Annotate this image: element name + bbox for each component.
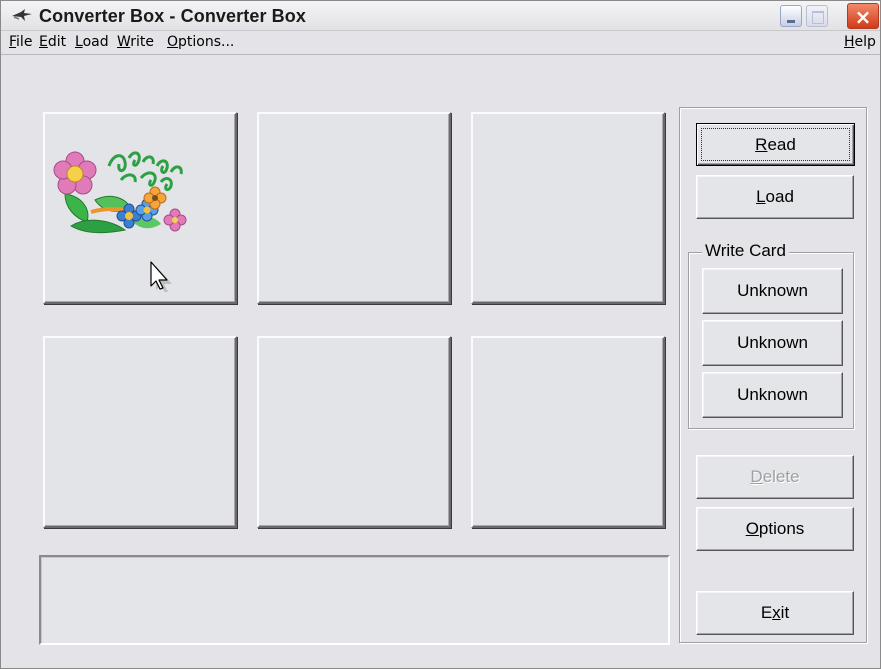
exit-label-part: it [780, 603, 790, 622]
delete-button-label: Delete [750, 467, 800, 486]
minimize-button[interactable] [780, 5, 802, 27]
flower-clipart-image [53, 151, 187, 234]
write-button-3[interactable]: Unknown [702, 372, 843, 418]
write-button-1-label: Unknown [737, 281, 808, 300]
card-slot-1[interactable] [43, 112, 237, 304]
menu-write[interactable]: Write [117, 34, 154, 50]
write-card-group-label: Write Card [702, 241, 789, 261]
menu-options[interactable]: Options... [167, 34, 234, 50]
status-panel [39, 555, 670, 645]
options-button[interactable]: Options [696, 507, 854, 551]
card-slot-3[interactable] [471, 112, 665, 304]
card-slot-4[interactable] [43, 336, 237, 528]
menu-edit[interactable]: Edit [39, 34, 66, 50]
exit-label-part: E [760, 603, 773, 622]
options-button-label: Options [745, 519, 805, 538]
delete-button[interactable]: Delete [696, 455, 854, 499]
close-button[interactable]: × [847, 3, 879, 29]
close-icon: × [854, 5, 872, 29]
exit-button[interactable]: Exit [696, 591, 854, 635]
menu-help[interactable]: Help [844, 34, 876, 50]
exit-label-mnemonic: x [772, 603, 781, 622]
load-button-label: Load [756, 187, 794, 206]
exit-button-label: Exit [761, 603, 789, 622]
card-slot-5[interactable] [257, 336, 451, 528]
read-button[interactable]: Read [696, 123, 855, 166]
load-button[interactable]: Load [696, 175, 854, 219]
menu-file[interactable]: File [9, 34, 32, 50]
card-slot-2[interactable] [257, 112, 451, 304]
focus-rectangle [701, 128, 850, 161]
maximize-button[interactable] [806, 5, 828, 27]
mouse-pointer-icon [150, 261, 172, 292]
title-bar[interactable]: Converter Box - Converter Box × [1, 1, 880, 31]
menu-bar: File Edit Load Write Options... Help [1, 31, 880, 55]
write-button-2-label: Unknown [737, 333, 808, 352]
menu-load[interactable]: Load [75, 34, 109, 50]
write-button-2[interactable]: Unknown [702, 320, 843, 366]
card-slot-6[interactable] [471, 336, 665, 528]
write-button-1[interactable]: Unknown [702, 268, 843, 314]
app-icon [12, 9, 32, 21]
converter-box-window: Converter Box - Converter Box × File Edi… [0, 0, 881, 669]
window-title: Converter Box - Converter Box [39, 6, 306, 26]
write-button-3-label: Unknown [737, 385, 808, 404]
